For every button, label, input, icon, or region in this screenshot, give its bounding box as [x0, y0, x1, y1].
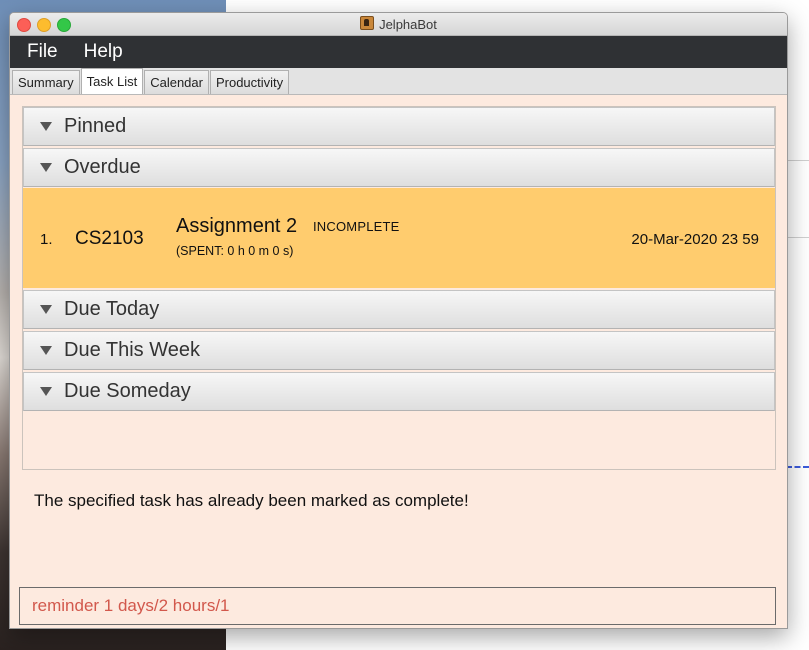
section-label: Pinned — [64, 115, 127, 137]
section-due-someday[interactable]: Due Someday — [23, 372, 775, 411]
section-label: Due Today — [64, 298, 160, 320]
task-index: 1. — [40, 231, 53, 248]
window-title-text: JelphaBot — [379, 17, 437, 32]
task-card[interactable]: 1. CS2103 Assignment 2 INCOMPLETE (SPENT… — [23, 188, 775, 288]
menu-bar: File Help — [10, 36, 787, 68]
task-list-content: Pinned Overdue 1. CS2103 Assignment 2 IN… — [10, 95, 787, 628]
tab-bar: Summary Task List Calendar Productivity — [10, 68, 787, 95]
tab-calendar[interactable]: Calendar — [144, 70, 209, 94]
background-divider — [786, 237, 809, 238]
app-icon — [360, 16, 375, 30]
menu-help[interactable]: Help — [66, 41, 131, 63]
task-status-badge: INCOMPLETE — [313, 219, 400, 234]
section-due-today[interactable]: Due Today — [23, 290, 775, 329]
section-label: Overdue — [64, 156, 141, 178]
tab-task-list[interactable]: Task List — [80, 68, 144, 94]
section-due-this-week[interactable]: Due This Week — [23, 331, 775, 370]
window-title: JelphaBot — [10, 16, 787, 32]
section-label: Due This Week — [64, 339, 200, 361]
title-bar[interactable]: JelphaBot — [10, 13, 787, 36]
result-message: The specified task has already been mark… — [34, 491, 469, 510]
expand-arrow-icon — [40, 387, 52, 396]
expand-arrow-icon — [40, 305, 52, 314]
section-label: Due Someday — [64, 380, 191, 402]
background-dashed-line — [786, 466, 809, 468]
app-window: JelphaBot File Help Summary Task List Ca… — [9, 12, 788, 629]
tab-summary[interactable]: Summary — [12, 70, 80, 94]
task-list-panel[interactable]: Pinned Overdue 1. CS2103 Assignment 2 IN… — [22, 106, 776, 470]
result-display: The specified task has already been mark… — [10, 473, 787, 588]
section-pinned[interactable]: Pinned — [23, 107, 775, 146]
command-input[interactable]: reminder 1 days/2 hours/1 — [19, 587, 776, 625]
task-time-spent: (SPENT: 0 h 0 m 0 s) — [176, 244, 294, 258]
task-module-code: CS2103 — [75, 228, 144, 249]
task-deadline: 20-Mar-2020 23 59 — [631, 231, 759, 248]
menu-file[interactable]: File — [10, 41, 66, 63]
background-divider — [786, 160, 809, 161]
expand-arrow-icon — [40, 346, 52, 355]
expand-arrow-icon — [40, 163, 52, 172]
task-description: Assignment 2 — [176, 215, 298, 237]
section-overdue[interactable]: Overdue — [23, 148, 775, 187]
tab-productivity[interactable]: Productivity — [209, 70, 290, 94]
expand-arrow-icon — [40, 122, 52, 131]
